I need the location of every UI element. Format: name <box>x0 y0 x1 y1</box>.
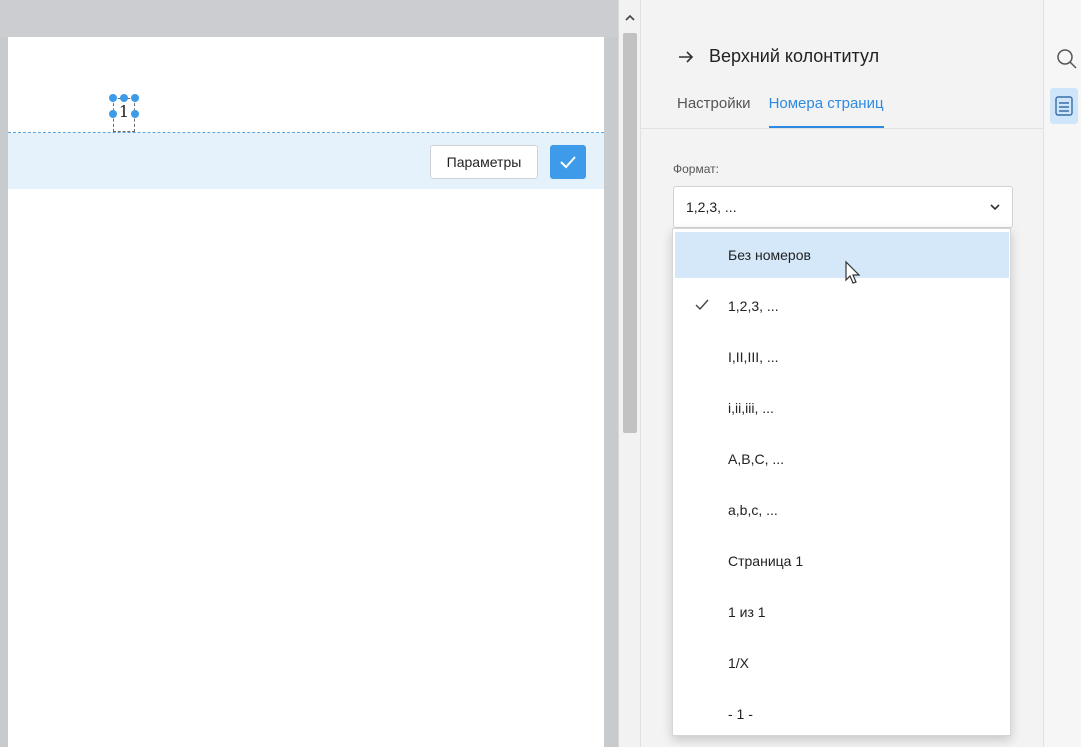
option-label: 1/X <box>728 655 750 671</box>
panel-title: Верхний колонтитул <box>709 46 880 66</box>
resize-handle-top-center[interactable] <box>120 94 128 102</box>
option-label: - 1 - <box>728 706 753 722</box>
option-label: a,b,c, ... <box>728 502 778 518</box>
scrollbar-thumb[interactable] <box>623 33 637 433</box>
dropdown-option-roman-lower[interactable]: i,ii,iii, ... <box>675 385 1009 431</box>
mouse-cursor-icon <box>845 260 861 284</box>
dropdown-option-letters-lower[interactable]: a,b,c, ... <box>675 487 1009 533</box>
panel-tabs: Настройки Номера страниц <box>677 92 902 128</box>
checkmark-icon <box>560 156 576 169</box>
page-number-field[interactable]: 1 <box>108 94 140 134</box>
dropdown-option-dash-n-dash[interactable]: - 1 - <box>675 691 1009 737</box>
option-label: 1 из 1 <box>728 604 766 620</box>
tab-page-numbers[interactable]: Номера страниц <box>768 92 884 128</box>
resize-handle-middle-right[interactable] <box>131 110 139 118</box>
chevron-down-icon <box>990 204 1000 211</box>
canvas-background <box>0 0 618 37</box>
dropdown-option-letters-upper[interactable]: A,B,C, ... <box>675 436 1009 482</box>
format-select[interactable]: 1,2,3, ... <box>673 186 1013 228</box>
dropdown-option-roman-upper[interactable]: I,II,III, ... <box>675 334 1009 380</box>
dropdown-option-arabic[interactable]: 1,2,3, ... <box>675 283 1009 329</box>
panel-header: Верхний колонтитул <box>677 46 879 67</box>
dropdown-option-n-of-m[interactable]: 1 из 1 <box>675 589 1009 635</box>
scroll-up-arrow-icon[interactable] <box>624 13 636 23</box>
format-select-value: 1,2,3, ... <box>686 199 737 215</box>
option-label: Страница 1 <box>728 553 804 569</box>
dropdown-option-no-numbers[interactable]: Без номеров <box>675 232 1009 278</box>
option-label: 1,2,3, ... <box>728 298 779 314</box>
format-label: Формат: <box>673 162 719 176</box>
resize-handle-middle-left[interactable] <box>109 110 117 118</box>
tabs-divider <box>641 128 1044 129</box>
checkmark-icon <box>695 299 709 311</box>
resize-handle-top-left[interactable] <box>109 94 117 102</box>
dropdown-option-n-slash-x[interactable]: 1/X <box>675 640 1009 686</box>
arrow-right-icon[interactable] <box>677 48 695 66</box>
parameters-button[interactable]: Параметры <box>430 145 538 179</box>
search-icon[interactable] <box>1056 48 1078 70</box>
option-label: A,B,C, ... <box>728 451 785 467</box>
option-label: I,II,III, ... <box>728 349 779 365</box>
tab-settings[interactable]: Настройки <box>677 92 751 128</box>
option-label: Без номеров <box>728 247 811 263</box>
format-dropdown-list[interactable]: Без номеров 1,2,3, ... I,II,III, ... i,i… <box>672 228 1011 736</box>
document-panel-button[interactable] <box>1050 88 1078 124</box>
resize-handle-top-right[interactable] <box>131 94 139 102</box>
document-icon <box>1055 96 1073 116</box>
dropdown-option-page-n[interactable]: Страница 1 <box>675 538 1009 584</box>
option-label: i,ii,iii, ... <box>728 400 774 416</box>
vertical-scrollbar[interactable] <box>618 0 640 747</box>
confirm-button[interactable] <box>550 145 586 179</box>
right-toolbar <box>1043 0 1081 747</box>
